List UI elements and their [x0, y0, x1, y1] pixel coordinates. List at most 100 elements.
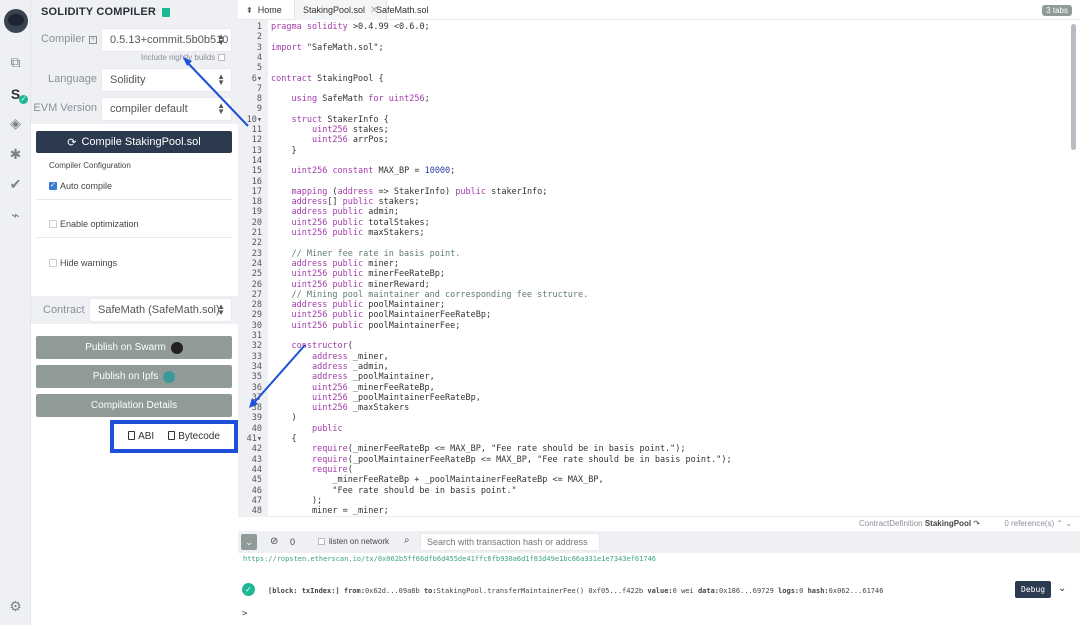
- code-line[interactable]: }: [271, 146, 296, 156]
- code-line[interactable]: uint256 public totalStakes;: [271, 218, 429, 228]
- clipboard-icon: [168, 431, 176, 440]
- code-line[interactable]: uint256 public poolMaintainerFee;: [271, 321, 460, 331]
- code-line[interactable]: address[] public stakers;: [271, 197, 419, 207]
- code-line[interactable]: require(: [271, 465, 353, 475]
- line-number: 16: [251, 176, 262, 187]
- code-line[interactable]: contract StakingPool {: [271, 74, 384, 84]
- copy-bytecode-button[interactable]: Bytecode: [168, 431, 220, 442]
- code-line[interactable]: // Mining pool maintainer and correspond…: [271, 290, 588, 300]
- code-line[interactable]: address public miner;: [271, 259, 399, 269]
- deploy-run-icon[interactable]: ◈: [0, 111, 31, 135]
- docs-book-icon[interactable]: [162, 7, 171, 17]
- console-prompt[interactable]: >: [242, 609, 247, 619]
- compile-button[interactable]: ⟳ Compile StakingPool.sol: [36, 131, 232, 153]
- contract-select[interactable]: SafeMath (SafeMath.sol) ▲ ▼: [89, 298, 232, 322]
- terminal-search-input[interactable]: [420, 533, 600, 551]
- code-line[interactable]: uint256 _maxStakers: [271, 403, 409, 413]
- code-line[interactable]: mapping (address => StakerInfo) public s…: [271, 187, 547, 197]
- etherscan-link[interactable]: https://ropsten.etherscan.io/tx/0x062b5f…: [243, 555, 656, 563]
- code-line[interactable]: pragma solidity >0.4.99 <0.6.0;: [271, 22, 430, 32]
- file-explorer-icon[interactable]: ⧉: [0, 50, 31, 74]
- remix-logo-icon[interactable]: [0, 6, 31, 36]
- listen-network-checkbox[interactable]: listen on network: [318, 537, 389, 546]
- code-line[interactable]: uint256 stakes;: [271, 125, 389, 135]
- publish-swarm-button[interactable]: Publish on Swarm: [36, 336, 232, 359]
- solidity-compiler-icon[interactable]: S ✓: [0, 82, 31, 106]
- code-line[interactable]: uint256 arrPos;: [271, 135, 389, 145]
- contract-label: Contract: [43, 304, 85, 316]
- code-line[interactable]: uint256 public poolMaintainerFeeRateBp;: [271, 310, 491, 320]
- code-line[interactable]: address public admin;: [271, 207, 399, 217]
- pending-tx-count: 0: [290, 537, 296, 547]
- clear-console-icon[interactable]: ⊘: [270, 536, 278, 547]
- tabs-count-badge[interactable]: 3 tabs: [1042, 5, 1072, 16]
- hide-warnings-checkbox[interactable]: Hide warnings: [49, 258, 117, 268]
- code-line[interactable]: miner = _miner;: [271, 506, 389, 516]
- compiler-version-select[interactable]: 0.5.13+commit.5b0b510 ▲ ▼: [101, 28, 232, 52]
- code-line[interactable]: public: [271, 424, 343, 434]
- settings-gear-icon[interactable]: ⚙: [0, 594, 31, 618]
- code-line[interactable]: address _poolMaintainer,: [271, 372, 435, 382]
- code-line[interactable]: address _admin,: [271, 362, 389, 372]
- code-line[interactable]: address _miner,: [271, 352, 389, 362]
- line-number: 23: [251, 248, 262, 259]
- enable-optimization-checkbox[interactable]: Enable optimization: [49, 219, 139, 229]
- code-line[interactable]: struct StakerInfo {: [271, 115, 388, 125]
- add-compiler-icon[interactable]: +: [89, 36, 97, 44]
- code-line[interactable]: );: [271, 496, 322, 506]
- code-line[interactable]: ): [271, 413, 296, 423]
- code-line[interactable]: "Fee rate should be in basis point.": [271, 486, 516, 496]
- evm-version-row: EVM Version compiler default ▲ ▼: [31, 97, 238, 121]
- editor-scrollbar[interactable]: [1071, 24, 1076, 150]
- line-number: 11: [251, 125, 262, 135]
- code-line[interactable]: // Miner fee rate in basis point.: [271, 249, 460, 259]
- line-number: 38: [251, 403, 262, 414]
- code-line[interactable]: import "SafeMath.sol";: [271, 43, 384, 53]
- line-number: 8: [256, 94, 262, 105]
- code-line[interactable]: require(_poolMaintainerFeeRateBp <= MAX_…: [271, 455, 732, 465]
- line-number: 17: [251, 186, 262, 197]
- code-line[interactable]: require(_minerFeeRateBp <= MAX_BP, "Fee …: [271, 444, 686, 454]
- code-line[interactable]: {: [271, 434, 296, 444]
- compiler-label: Compiler +: [40, 33, 97, 45]
- tx-success-icon: ✓: [242, 583, 255, 596]
- evm-version-select[interactable]: compiler default ▲ ▼: [101, 97, 232, 121]
- toggle-terminal-icon[interactable]: ⌄: [241, 534, 257, 550]
- line-number: 29: [251, 310, 262, 321]
- language-row: Language Solidity ▲ ▼: [31, 68, 238, 92]
- code-line[interactable]: uint256 constant MAX_BP = 10000;: [271, 166, 455, 176]
- code-line[interactable]: uint256 public minerReward;: [271, 280, 429, 290]
- debug-button[interactable]: Debug: [1015, 581, 1052, 598]
- code-line[interactable]: constructor(: [271, 341, 352, 351]
- plugin-manager-icon[interactable]: ⌁: [0, 203, 31, 227]
- tab-home[interactable]: ⇞ Home: [238, 0, 290, 20]
- copy-abi-button[interactable]: ABI: [128, 431, 154, 442]
- tab-safemath[interactable]: SafeMath.sol: [368, 0, 437, 20]
- code-line[interactable]: uint256 _minerFeeRateBp,: [271, 383, 435, 393]
- next-reference-icon[interactable]: ⌄: [1065, 519, 1072, 528]
- line-number: 36: [251, 382, 262, 393]
- code-line[interactable]: uint256 _poolMaintainerFeeRateBp,: [271, 393, 481, 403]
- code-line[interactable]: address public poolMaintainer;: [271, 300, 445, 310]
- include-nightly-builds[interactable]: Include nightly builds: [141, 53, 226, 62]
- nightly-checkbox[interactable]: [218, 54, 226, 61]
- publish-ipfs-button[interactable]: Publish on Ipfs: [36, 365, 232, 388]
- code-line[interactable]: uint256 public minerFeeRateBp;: [271, 269, 445, 279]
- line-number: 9: [256, 104, 262, 115]
- debugger-bug-icon[interactable]: ✱: [0, 142, 31, 166]
- expand-tx-chevron-icon[interactable]: ⌄: [1058, 583, 1066, 594]
- code-line[interactable]: _minerFeeRateBp + _poolMaintainerFeeRate…: [271, 475, 603, 485]
- line-number: 10▾: [246, 114, 262, 125]
- editor-tabs: ⇞ Home StakingPool.sol ✕ SafeMath.sol 3 ta…: [238, 0, 1080, 20]
- code-line[interactable]: using SafeMath for uint256;: [271, 94, 429, 104]
- code-line[interactable]: uint256 public maxStakers;: [271, 228, 424, 238]
- select-caret-icon: ▲ ▼: [217, 72, 225, 87]
- refresh-icon: ⟳: [67, 136, 77, 149]
- testing-check-icon[interactable]: ✔: [0, 172, 31, 196]
- auto-compile-checkbox[interactable]: Auto compile: [49, 181, 112, 191]
- goto-definition-icon[interactable]: ↷: [973, 519, 980, 528]
- compilation-details-button[interactable]: Compilation Details: [36, 394, 232, 417]
- transaction-log[interactable]: [block: txIndex:] from:0x62d...09a8b to:…: [268, 587, 883, 595]
- prev-reference-icon[interactable]: ⌃: [1056, 519, 1063, 528]
- language-select[interactable]: Solidity ▲ ▼: [101, 68, 232, 92]
